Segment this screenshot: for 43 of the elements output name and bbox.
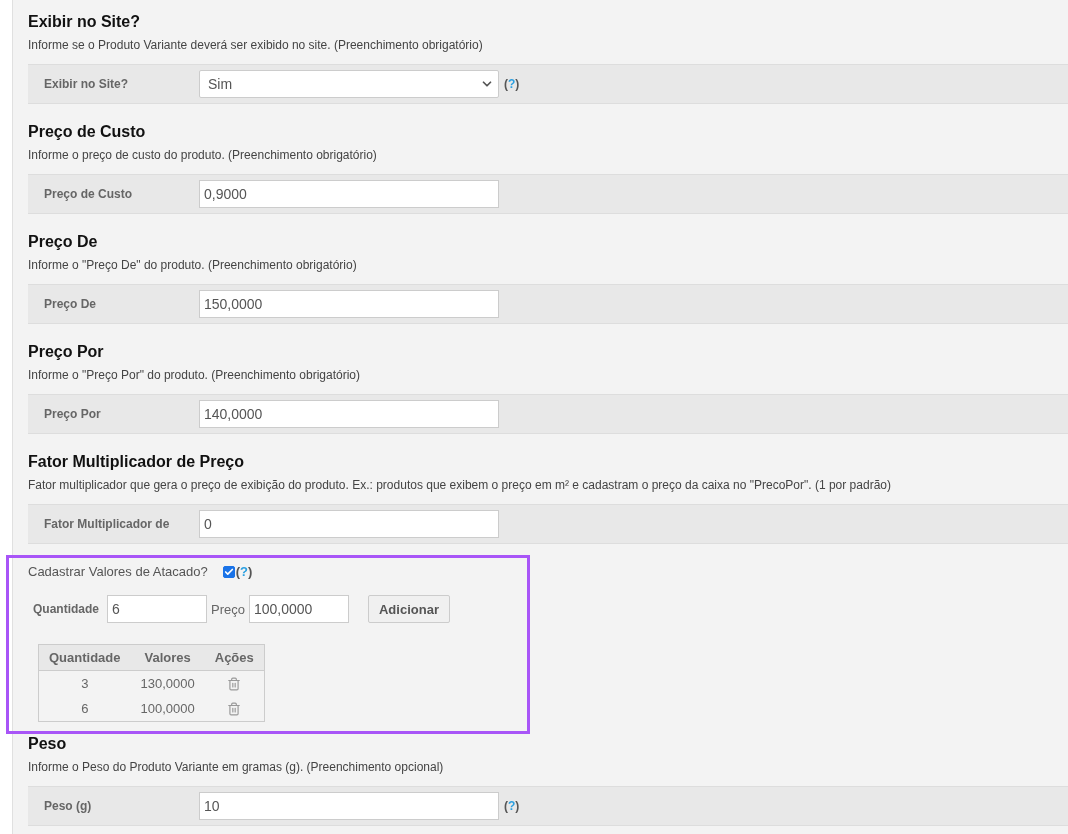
section-description: Informe o preço de custo do produto. (Preenchimento obrigatório): [28, 147, 378, 163]
input-field[interactable]: 150,0000: [199, 290, 499, 318]
help-link[interactable]: (?): [235, 564, 253, 579]
section-description: Informe o Peso do Produto Variante em gramas (g). (Preenchimento opcional): [28, 759, 445, 775]
select-field[interactable]: Sim: [199, 70, 499, 98]
section-title: Fator Multiplicador de Preço: [28, 452, 246, 472]
trash-icon[interactable]: [227, 677, 242, 692]
price-label: Preço: [211, 601, 245, 617]
field-label: Fator Multiplicador de: [43, 517, 171, 531]
section-title: Preço de Custo: [28, 122, 147, 142]
field-label: Peso (g): [43, 799, 93, 813]
section-description: Fator multiplicador que gera o preço de exibição do produto. Ex.: produtos que exibem o preço em m² e cadastram o preço da caixa no "PrecoPor". (1 por padrão): [28, 477, 892, 493]
field-label: Preço de Custo: [43, 187, 134, 201]
input-field[interactable]: 0: [199, 510, 499, 538]
section-title: Preço Por: [28, 342, 105, 362]
column-header: Quantidade: [38, 644, 131, 671]
checkbox[interactable]: [222, 565, 235, 578]
table-cell: 3: [38, 670, 131, 696]
field-label: Exibir no Site?: [43, 77, 129, 91]
price-field[interactable]: 100,0000: [249, 595, 349, 623]
field-label: Preço Por: [43, 407, 102, 421]
input-field[interactable]: 0,9000: [199, 180, 499, 208]
help-link[interactable]: (?): [504, 799, 520, 813]
help-link[interactable]: (?): [504, 77, 520, 91]
section-description: Informe se o Produto Variante deverá ser exibido no site. (Preenchimento obrigatório): [28, 37, 484, 53]
quantity-label: Quantidade: [33, 602, 99, 616]
checkbox-label: Cadastrar Valores de Atacado?: [28, 564, 208, 579]
section-description: Informe o "Preço Por" do produto. (Preenchimento obrigatório): [28, 367, 362, 383]
table-cell: 6: [38, 696, 131, 722]
column-header: Ações: [204, 644, 265, 671]
input-field[interactable]: 140,0000: [199, 400, 499, 428]
section-description: Informe o "Preço De" do produto. (Preenchimento obrigatório): [28, 257, 358, 273]
table-cell: 100,0000: [130, 696, 205, 722]
section-title: Exibir no Site?: [28, 12, 141, 32]
section-title: Peso: [28, 734, 68, 754]
add-button[interactable]: Adicionar: [368, 595, 450, 623]
column-header: Valores: [130, 644, 205, 671]
section-title: Preço De: [28, 232, 99, 252]
input-field[interactable]: 10: [199, 792, 499, 820]
trash-icon[interactable]: [227, 702, 242, 717]
quantity-field[interactable]: 6: [107, 595, 207, 623]
field-label: Preço De: [43, 297, 98, 311]
table-cell: 130,0000: [130, 670, 205, 696]
